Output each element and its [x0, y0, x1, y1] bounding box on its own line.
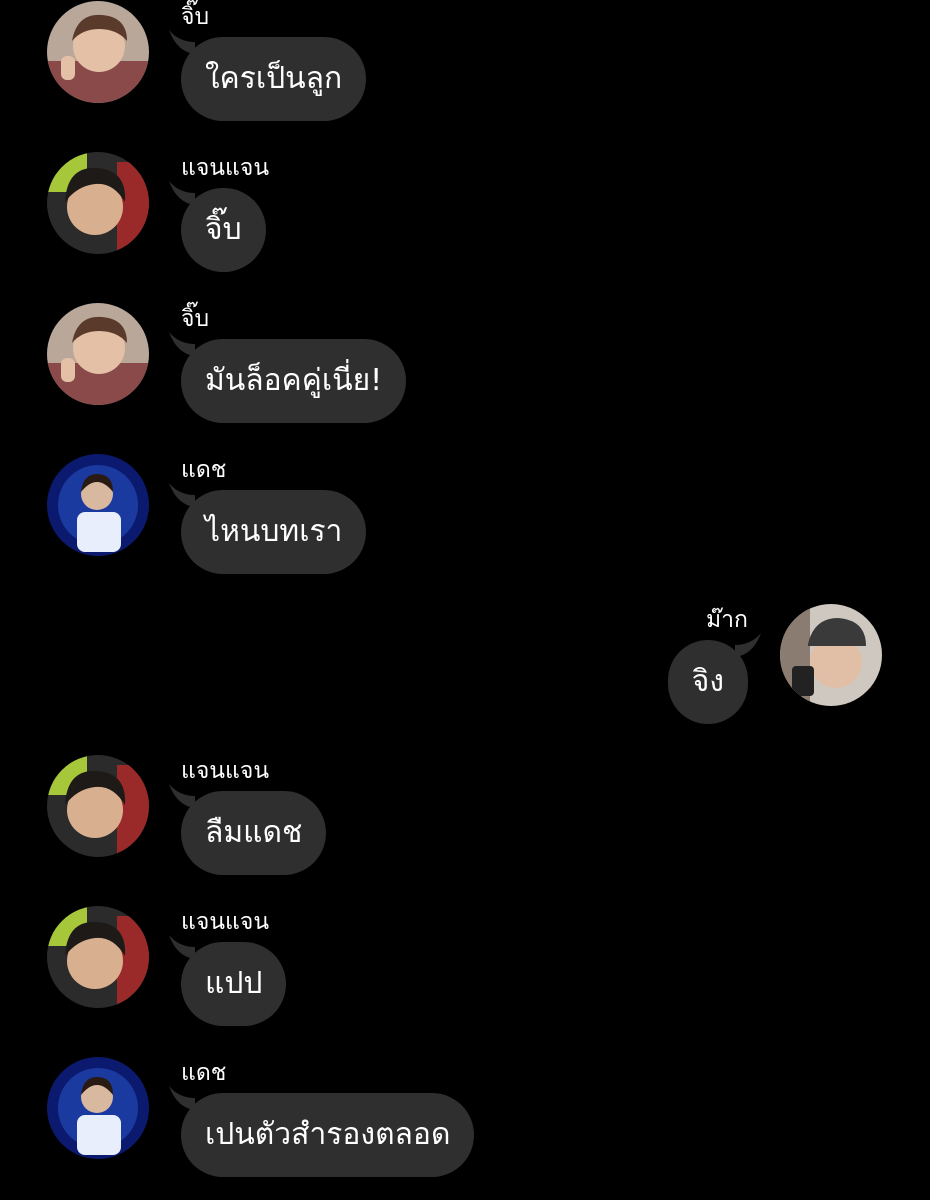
- sender-name: แจนแจน: [181, 155, 270, 181]
- message-bubble[interactable]: ลืมแดช: [181, 791, 327, 875]
- chat-message: แดช ไหนบทเรา: [0, 453, 930, 593]
- sender-name: แจนแจน: [181, 909, 270, 935]
- avatar-jib[interactable]: [47, 303, 149, 405]
- avatar-janjan[interactable]: [47, 755, 149, 857]
- chat-message: ม๊าก จิง: [0, 603, 930, 743]
- message-bubble[interactable]: จิ๊บ: [181, 188, 266, 272]
- sender-name: แดช: [181, 1060, 227, 1086]
- sender-name: แจนแจน: [181, 758, 270, 784]
- chat-thread: จิ๊บ ใครเป็นลูก แจนแจน จิ๊บ จิ๊บ มันล็อค…: [0, 0, 930, 1200]
- message-bubble[interactable]: ไหนบทเรา: [181, 490, 367, 574]
- message-bubble[interactable]: มันล็อคคู่เนี่ย!: [181, 339, 407, 423]
- avatar-dash[interactable]: [47, 454, 149, 556]
- message-bubble[interactable]: ใครเป็นลูก: [181, 37, 367, 121]
- message-bubble[interactable]: แปป: [181, 942, 287, 1026]
- chat-message: แจนแจน ลืมแดช: [0, 754, 930, 894]
- chat-message: จิ๊บ ใครเป็นลูก: [0, 0, 930, 140]
- avatar-jib[interactable]: [47, 1, 149, 103]
- avatar-mak[interactable]: [780, 604, 882, 706]
- sender-name: แดช: [181, 457, 227, 483]
- chat-message: แจนแจน แปป: [0, 905, 930, 1045]
- bubble-tail: [735, 633, 761, 657]
- sender-name: จิ๊บ: [181, 306, 210, 332]
- avatar-janjan[interactable]: [47, 152, 149, 254]
- avatar-dash[interactable]: [47, 1057, 149, 1159]
- chat-message: จิ๊บ มันล็อคคู่เนี่ย!: [0, 302, 930, 442]
- sender-name: ม๊าก: [705, 607, 748, 633]
- chat-message: แจนแจน จิ๊บ: [0, 151, 930, 291]
- message-bubble[interactable]: เปนตัวสำรองตลอด: [181, 1093, 475, 1177]
- message-bubble[interactable]: จิง: [667, 640, 748, 724]
- sender-name: จิ๊บ: [181, 4, 210, 30]
- chat-message: แดช เปนตัวสำรองตลอด: [0, 1056, 930, 1196]
- avatar-janjan[interactable]: [47, 906, 149, 1008]
